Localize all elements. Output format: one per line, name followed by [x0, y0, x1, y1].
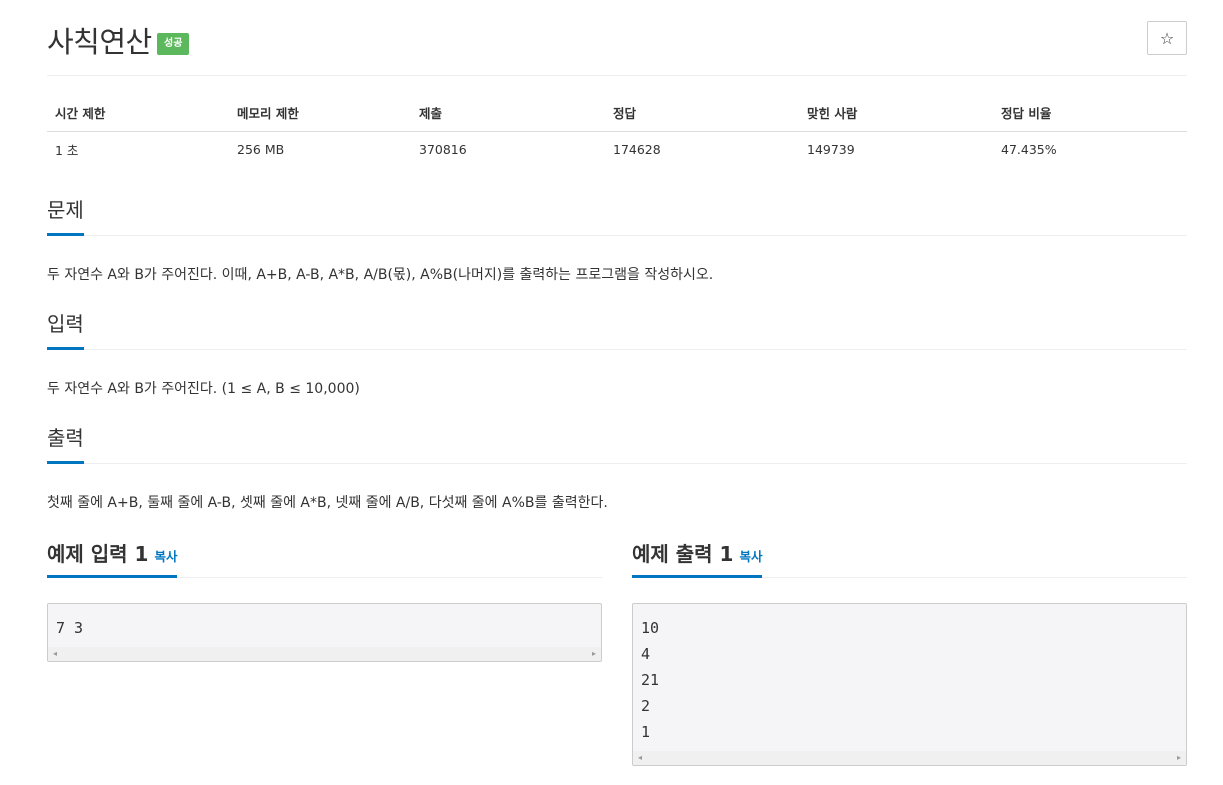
problem-description-text: 두 자연수 A와 B가 주어진다. 이때, A+B, A-B, A*B, A/B… — [47, 267, 714, 283]
info-header-memory-limit: 메모리 제한 — [229, 94, 411, 132]
output-description-text: 첫째 줄에 A+B, 둘째 줄에 A-B, 셋째 줄에 A*B, 넷째 줄에 A… — [47, 495, 608, 511]
sample-output-title: 예제 출력 1 — [632, 542, 734, 566]
problem-page: 사칙연산 성공 ☆ 시간 제한 메모리 제한 제출 정답 맞힌 사람 정답 비율… — [47, 0, 1187, 766]
problem-info-table: 시간 제한 메모리 제한 제출 정답 맞힌 사람 정답 비율 1 초 256 M… — [47, 94, 1187, 167]
sample-output-title-wrap: 예제 출력 1 복사 — [632, 540, 763, 578]
info-value-solved-users: 149739 — [807, 141, 855, 157]
input-description-text: 두 자연수 A와 B가 주어진다. (1 ≤ A, B ≤ 10,000) — [47, 381, 360, 397]
info-header-accuracy: 정답 비율 — [993, 94, 1187, 132]
problem-description-section: 문제 두 자연수 A와 B가 주어진다. 이때, A+B, A-B, A*B, … — [47, 196, 1187, 286]
scroll-right-icon[interactable]: ▸ — [1177, 751, 1181, 765]
section-title-input: 입력 — [47, 310, 84, 350]
info-header-submissions: 제출 — [411, 94, 605, 132]
section-header: 문제 — [47, 196, 1187, 236]
sample-output-box: 10 4 21 2 1 ◂ ▸ — [632, 603, 1187, 766]
section-title-problem: 문제 — [47, 196, 84, 236]
sample-output-text: 10 4 21 2 1 — [641, 619, 660, 741]
sample-output-header: 예제 출력 1 복사 — [632, 540, 1187, 578]
info-value-submissions: 370816 — [419, 141, 467, 157]
scroll-left-icon[interactable]: ◂ — [53, 647, 57, 661]
sample-input-scrollbar[interactable]: ◂ ▸ — [48, 647, 601, 661]
info-value-accuracy: 47.435% — [1001, 141, 1057, 157]
status-badge: 성공 — [157, 33, 190, 55]
input-section: 입력 두 자연수 A와 B가 주어진다. (1 ≤ A, B ≤ 10,000) — [47, 310, 1187, 400]
problem-header: 사칙연산 성공 ☆ — [47, 0, 1187, 76]
info-value-time-limit: 1 초 — [55, 142, 79, 158]
info-header-accepted: 정답 — [605, 94, 799, 132]
output-section: 출력 첫째 줄에 A+B, 둘째 줄에 A-B, 셋째 줄에 A*B, 넷째 줄… — [47, 424, 1187, 514]
sample-input-box: 7 3 ◂ ▸ — [47, 603, 602, 662]
info-header-row: 시간 제한 메모리 제한 제출 정답 맞힌 사람 정답 비율 — [47, 94, 1187, 132]
info-value-memory-limit: 256 MB — [237, 141, 285, 157]
star-button[interactable]: ☆ — [1147, 21, 1187, 55]
info-value-accepted: 174628 — [613, 141, 661, 157]
info-header-solved-users: 맞힌 사람 — [799, 94, 993, 132]
sample-input-title-wrap: 예제 입력 1 복사 — [47, 540, 178, 578]
sample-input-section: 예제 입력 1 복사 7 3 ◂ ▸ — [47, 540, 602, 662]
copy-sample-output-button[interactable]: 복사 — [739, 549, 762, 564]
copy-sample-input-button[interactable]: 복사 — [154, 549, 177, 564]
sample-input-title: 예제 입력 1 — [47, 542, 149, 566]
section-title-output: 출력 — [47, 424, 84, 464]
section-header: 입력 — [47, 310, 1187, 350]
scroll-left-icon[interactable]: ◂ — [638, 751, 642, 765]
sample-input-text: 7 3 — [56, 619, 84, 637]
star-icon: ☆ — [1159, 28, 1175, 48]
scroll-right-icon[interactable]: ▸ — [592, 647, 596, 661]
page-title: 사칙연산 — [47, 25, 152, 59]
info-value-row: 1 초 256 MB 370816 174628 149739 47.435% — [47, 131, 1187, 167]
section-header: 출력 — [47, 424, 1187, 464]
sample-input-header: 예제 입력 1 복사 — [47, 540, 602, 578]
info-header-time-limit: 시간 제한 — [47, 94, 229, 132]
sample-output-scrollbar[interactable]: ◂ ▸ — [633, 751, 1186, 765]
sample-output-section: 예제 출력 1 복사 10 4 21 2 1 ◂ ▸ — [632, 540, 1187, 766]
